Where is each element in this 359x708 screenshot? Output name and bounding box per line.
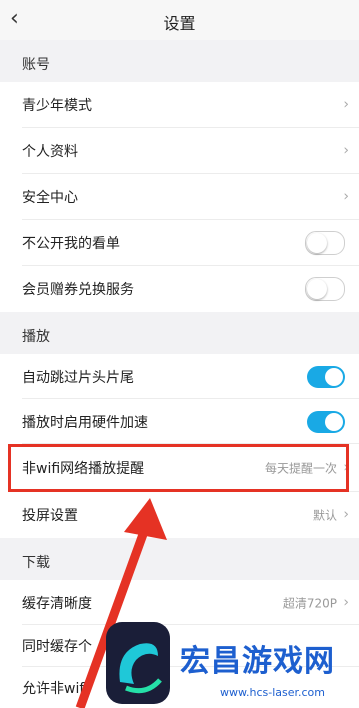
- watermark-url: www.hcs-laser.com: [220, 686, 325, 699]
- watermark-logo-icon: [106, 622, 170, 704]
- watermark-title: 宏昌游戏网: [180, 644, 335, 679]
- annotation-arrow-icon: [75, 498, 167, 708]
- watermark: 宏昌游戏网 www.hcs-laser.com: [92, 622, 359, 708]
